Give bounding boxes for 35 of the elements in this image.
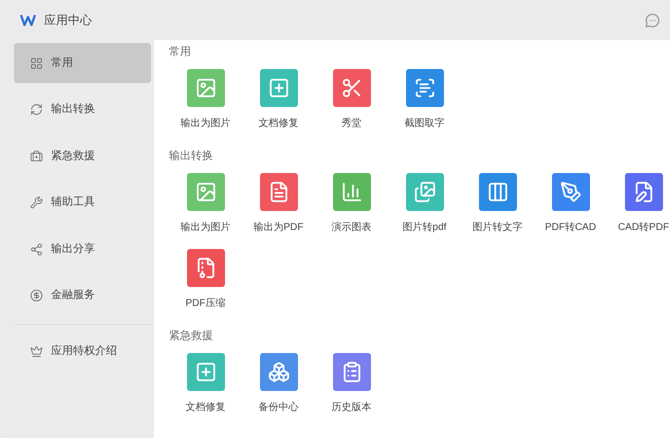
app-tile[interactable]: 文档修复 bbox=[242, 69, 315, 139]
sidebar-item-icon bbox=[30, 56, 43, 70]
app-tile[interactable]: 备份中心 bbox=[242, 353, 315, 423]
section-heading: 紧急救援 bbox=[169, 329, 214, 344]
app-tile[interactable]: 截图取字 bbox=[388, 69, 461, 139]
app-tile[interactable]: 输出为图片 bbox=[169, 69, 242, 139]
section-heading: 输出转换 bbox=[169, 149, 214, 164]
window-title: 应用中心 bbox=[44, 12, 92, 29]
sidebar-item[interactable]: 输出分享 bbox=[14, 229, 151, 269]
sidebar-item[interactable]: 应用特权介绍 bbox=[14, 331, 151, 371]
message-icon[interactable] bbox=[645, 12, 660, 28]
sidebar-item-icon bbox=[30, 289, 43, 302]
app-tile[interactable]: 输出为PDF bbox=[242, 173, 315, 243]
sidebar-item-icon bbox=[30, 150, 43, 162]
sidebar-item[interactable]: 输出转换 bbox=[14, 90, 151, 130]
app-tile[interactable]: PDF压缩 bbox=[169, 249, 242, 319]
app-tile[interactable]: CAD转PDF bbox=[607, 173, 670, 243]
sidebar-item-icon bbox=[30, 103, 43, 116]
sidebar-item[interactable]: 金融服务 bbox=[14, 276, 151, 316]
app-tile[interactable]: 图片转文字 bbox=[461, 173, 534, 243]
sidebar-item[interactable]: 常用 bbox=[14, 43, 151, 83]
app-tile[interactable]: 历史版本 bbox=[315, 353, 388, 423]
app-tile[interactable]: PDF转CAD bbox=[534, 173, 607, 243]
app-tile[interactable]: 秀堂 bbox=[315, 69, 388, 139]
app-tile[interactable]: 输出为图片 bbox=[169, 173, 242, 243]
crown-icon bbox=[30, 344, 43, 358]
sidebar-item-icon bbox=[30, 242, 43, 256]
app-tile[interactable]: 演示图表 bbox=[315, 173, 388, 243]
section-heading: 常用 bbox=[169, 45, 192, 60]
app-tile[interactable]: 文档修复 bbox=[169, 353, 242, 423]
logo-icon bbox=[20, 14, 36, 26]
sidebar-item-icon bbox=[30, 196, 43, 209]
app-tile[interactable]: 图片转pdf bbox=[388, 173, 461, 243]
sidebar-item[interactable]: 紧急救援 bbox=[14, 136, 151, 176]
sidebar-item[interactable]: 辅助工具 bbox=[14, 182, 151, 222]
